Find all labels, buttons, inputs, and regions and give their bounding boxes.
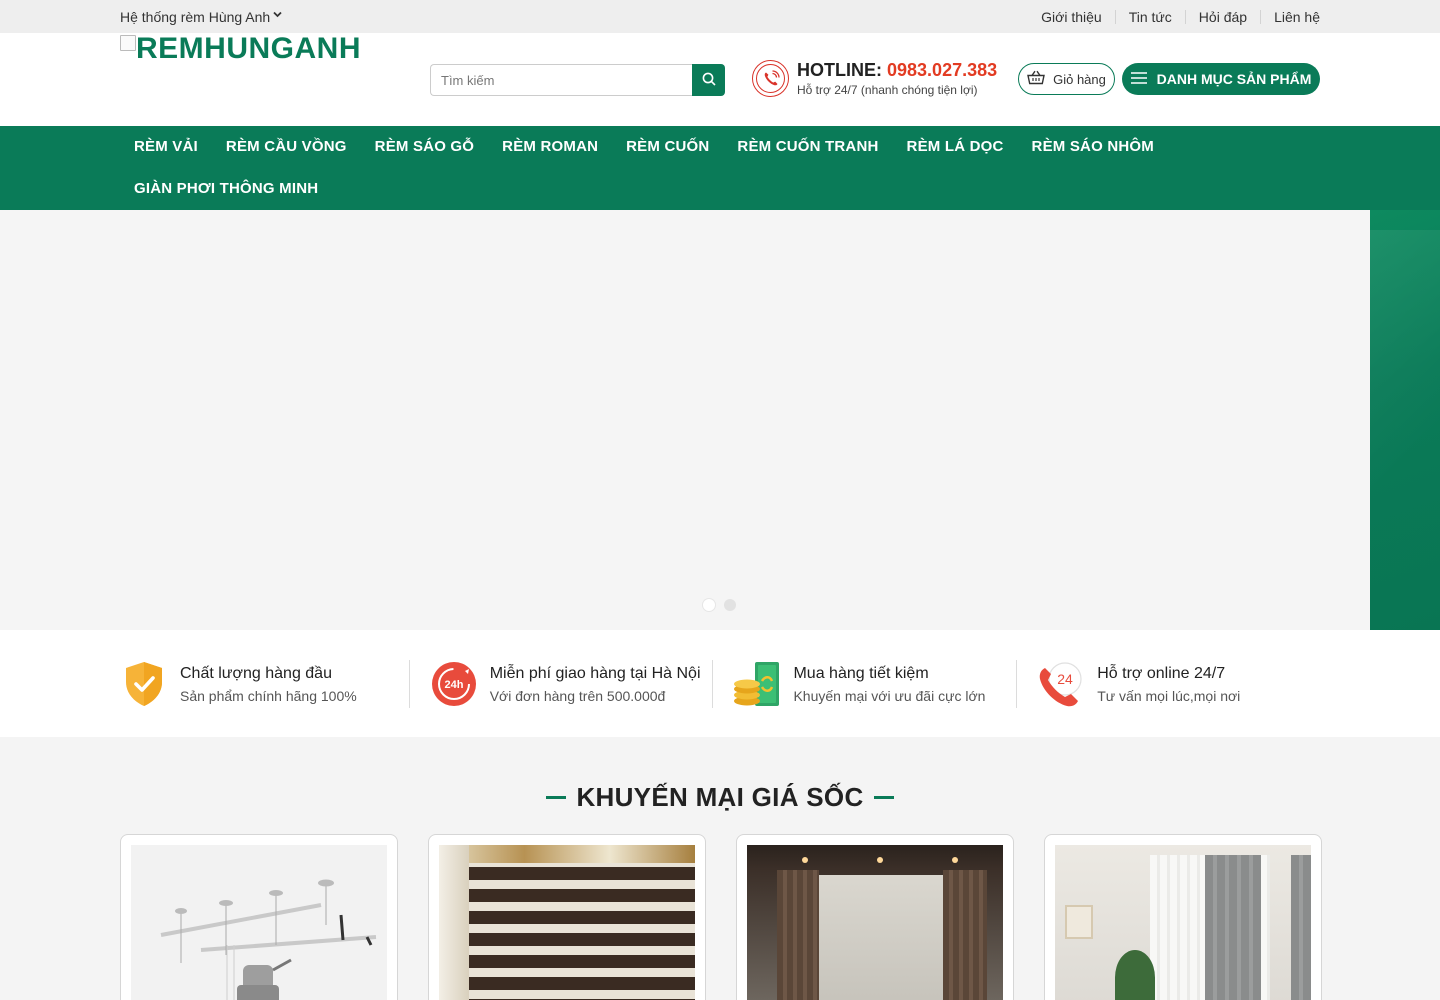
feature-savings: Mua hàng tiết kiệm Khuyến mại với ưu đãi… — [712, 659, 1016, 708]
search-icon — [702, 72, 716, 89]
feature-desc: Khuyến mại với ưu đãi cực lớn — [793, 687, 986, 704]
product-list — [120, 834, 1322, 1000]
logo[interactable]: REMHUNGANH — [120, 34, 361, 64]
nav-item-rem-sao-nhom[interactable]: RÈM SÁO NHÔM — [1032, 126, 1154, 168]
feature-quality: Chất lượng hàng đầu Sản phẩm chính hãng … — [120, 660, 409, 708]
feature-title: Miễn phí giao hàng tại Hà Nội — [489, 664, 701, 682]
product-card[interactable] — [120, 834, 398, 1000]
product-image-fabric-curtain[interactable] — [747, 845, 1003, 1000]
product-image-drying-rack[interactable] — [131, 845, 387, 1000]
nav-item-rem-cuon[interactable]: RÈM CUỐN — [626, 126, 709, 168]
svg-text:24: 24 — [1057, 671, 1073, 687]
broken-image-icon — [120, 35, 136, 51]
nav-item-rem-roman[interactable]: RÈM ROMAN — [502, 126, 598, 168]
chevron-down-icon — [273, 10, 282, 21]
feature-title: Mua hàng tiết kiệm — [793, 664, 929, 682]
svg-text:24h: 24h — [444, 679, 463, 691]
nav-item-rem-vai[interactable]: RÈM VẢI — [134, 126, 198, 168]
nav-item-rem-sao-go[interactable]: RÈM SÁO GỖ — [375, 126, 475, 168]
slide-edge-image — [1370, 210, 1440, 630]
slider-dots — [703, 599, 736, 611]
hotline-number[interactable]: 0983.027.383 — [887, 60, 997, 80]
shield-check-icon — [120, 660, 168, 708]
hamburger-icon — [1130, 71, 1147, 87]
main-nav: RÈM VẢI RÈM CẦU VỒNG RÈM SÁO GỖ RÈM ROMA… — [0, 126, 1440, 210]
hotline[interactable]: HOTLINE: 0983.027.383 Hỗ trợ 24/7 (nhanh… — [752, 60, 997, 97]
nav-item-rem-cau-vong[interactable]: RÈM CẦU VỒNG — [226, 126, 347, 168]
feature-title: Hỗ trợ online 24/7 — [1097, 664, 1226, 682]
feature-desc: Với đơn hàng trên 500.000đ — [489, 687, 666, 704]
hotline-label: HOTLINE: — [797, 60, 882, 80]
top-link-gioi-thieu[interactable]: Giới thiệu — [1028, 10, 1115, 24]
promo-title: KHUYẾN MẠI GIÁ SỐC — [576, 781, 864, 812]
hero-slider[interactable] — [0, 210, 1440, 630]
slider-dot-1[interactable] — [703, 599, 715, 611]
phone-ring-icon — [752, 60, 789, 97]
hotline-subtitle: Hỗ trợ 24/7 (nhanh chóng tiện lợi) — [797, 83, 978, 97]
product-card[interactable] — [428, 834, 706, 1000]
logo-alt-text: REMHUNGANH — [136, 32, 361, 65]
product-card[interactable] — [1044, 834, 1322, 1000]
product-image-zebra-blind[interactable] — [439, 845, 695, 1000]
product-card[interactable] — [736, 834, 1014, 1000]
top-links: Giới thiệu Tin tức Hỏi đáp Liên hệ — [1028, 9, 1320, 24]
heading-dash-right — [873, 795, 894, 799]
cart-button[interactable]: Giỏ hàng — [1018, 63, 1115, 95]
promo-heading: KHUYẾN MẠI GIÁ SỐC — [120, 782, 1320, 812]
feature-free-shipping: 24h Miễn phí giao hàng tại Hà Nội Với đơ… — [408, 659, 713, 708]
search-bar — [430, 64, 725, 96]
top-link-tin-tuc[interactable]: Tin tức — [1114, 9, 1185, 24]
coins-money-icon — [733, 660, 781, 708]
feature-desc: Tư vấn mọi lúc,mọi nơi — [1097, 687, 1241, 704]
features-strip: Chất lượng hàng đầu Sản phẩm chính hãng … — [0, 630, 1440, 737]
feature-title: Chất lượng hàng đầu — [180, 664, 332, 682]
nav-item-rem-la-doc[interactable]: RÈM LÁ DỌC — [907, 126, 1004, 168]
24h-delivery-icon: 24h — [430, 660, 478, 708]
cart-label: Giỏ hàng — [1053, 71, 1106, 87]
nav-item-rem-cuon-tranh[interactable]: RÈM CUỐN TRANH — [737, 126, 878, 168]
search-button[interactable] — [692, 64, 725, 96]
heading-dash-left — [546, 795, 567, 799]
search-input[interactable] — [430, 64, 692, 96]
top-link-lien-he[interactable]: Liên hệ — [1260, 9, 1320, 24]
top-link-hoi-dap[interactable]: Hỏi đáp — [1184, 9, 1260, 24]
nav-item-gian-phoi[interactable]: GIÀN PHƠI THÔNG MINH — [134, 168, 318, 210]
system-dropdown[interactable]: Hệ thống rèm Hùng Anh — [120, 9, 282, 25]
category-menu-button[interactable]: DANH MỤC SẢN PHẨM — [1122, 63, 1320, 95]
top-bar: Hệ thống rèm Hùng Anh Giới thiệu Tin tức… — [0, 0, 1440, 33]
basket-icon — [1027, 70, 1045, 88]
header: REMHUNGANH HOTLINE: 0983.027.383 — [0, 33, 1440, 126]
system-dropdown-label: Hệ thống rèm Hùng Anh — [120, 8, 271, 25]
feature-desc: Sản phẩm chính hãng 100% — [180, 687, 357, 704]
slider-dot-2[interactable] — [724, 599, 736, 611]
promo-section: KHUYẾN MẠI GIÁ SỐC — [120, 782, 1322, 1000]
hotline-title: HOTLINE: 0983.027.383 — [797, 60, 997, 80]
feature-support: 24 Hỗ trợ online 24/7 Tư vấn mọi lúc,mọi… — [1016, 659, 1320, 708]
phone-24-icon: 24 — [1037, 660, 1085, 708]
category-menu-label: DANH MỤC SẢN PHẨM — [1156, 71, 1312, 87]
product-image-sheer-curtain[interactable] — [1055, 845, 1311, 1000]
